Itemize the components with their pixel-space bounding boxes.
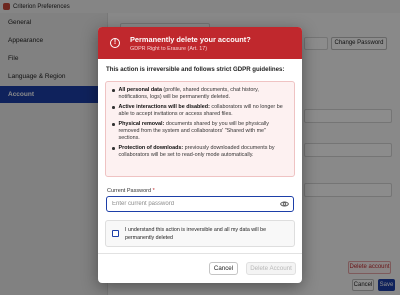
bullet-icon [112, 123, 115, 126]
bullet-icon [112, 106, 115, 109]
confirm-box: I understand this action is irreversible… [105, 220, 295, 247]
consequence-item: Active interactions will be disabled: co… [111, 104, 288, 118]
password-label-text: Current Password [107, 188, 152, 194]
dialog-subtitle: GDPR Right to Erasure (Art. 17) [130, 45, 207, 52]
consequence-item: Protection of downloads: previously down… [111, 145, 288, 159]
warning-icon: ! [110, 38, 120, 48]
consequence-title: Protection of downloads: [118, 145, 184, 151]
dialog-title: Permanently delete your account? [130, 34, 251, 44]
dialog-intro: This action is irreversible and follows … [106, 66, 285, 73]
consequence-title: Active interactions will be disabled: [118, 104, 210, 110]
consequence-title: All personal data [118, 87, 162, 93]
dialog-header: ! Permanently delete your account? GDPR … [98, 27, 302, 59]
bullet-icon [112, 89, 115, 92]
password-label: Current Password * [98, 188, 302, 194]
eye-icon[interactable] [280, 200, 289, 208]
bullet-icon [112, 147, 115, 150]
consequence-title: Physical removal: [118, 121, 165, 127]
consequences-box: All personal data (profile, shared docum… [105, 81, 295, 177]
required-marker: * [152, 188, 155, 194]
consequence-item: All personal data (profile, shared docum… [111, 87, 288, 101]
confirm-checkbox[interactable] [112, 230, 119, 237]
consequence-item: Physical removal: documents shared by yo… [111, 121, 288, 142]
footer-divider [98, 253, 302, 254]
confirm-label[interactable]: I understand this action is irreversible… [125, 226, 289, 242]
delete-account-dialog: ! Permanently delete your account? GDPR … [98, 27, 302, 283]
current-password-input[interactable] [106, 196, 294, 212]
delete-account-confirm-button[interactable]: Delete Account [246, 262, 296, 275]
dialog-cancel-button[interactable]: Cancel [209, 262, 238, 275]
